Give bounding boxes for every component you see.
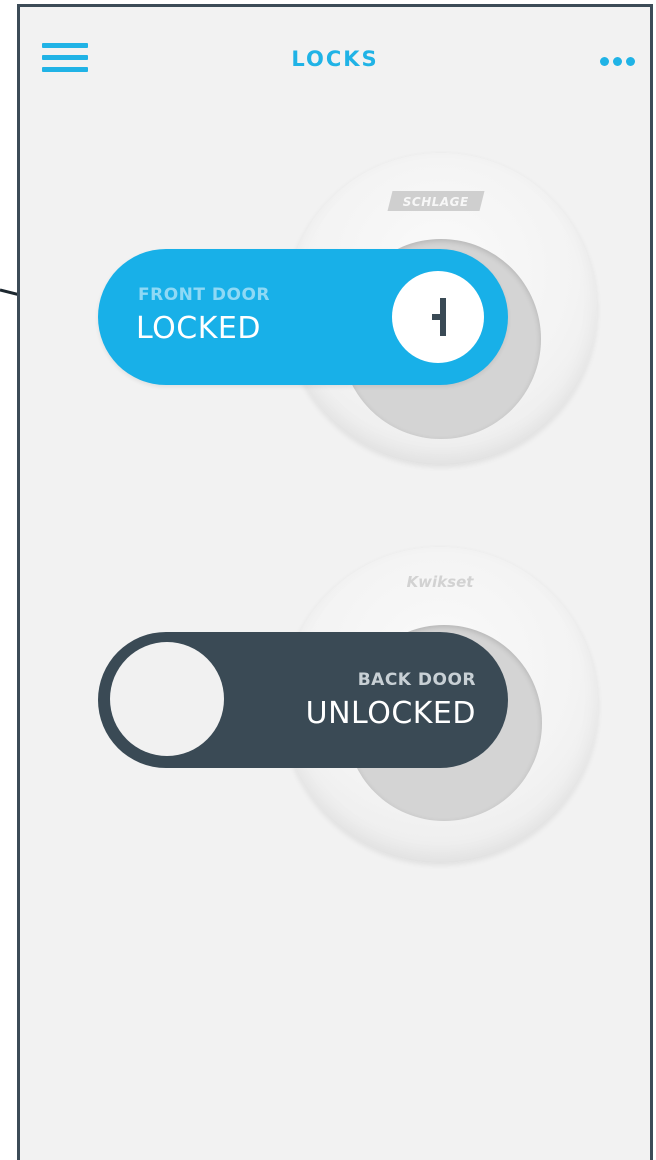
brand-logo-kwikset: Kwikset bbox=[406, 573, 474, 591]
door-name-back: BACK DOOR bbox=[357, 670, 476, 690]
brand-logo-schlage: SCHLAGE bbox=[387, 191, 485, 211]
lock-status-back: UNLOCKED bbox=[305, 696, 476, 731]
app-screen: LOCKS SCHLAGE FRONT DOOR LOCKED Kwikset … bbox=[17, 4, 653, 1160]
toggle-knob-front bbox=[392, 271, 484, 363]
more-dots-icon[interactable] bbox=[594, 53, 642, 69]
door-name-front: FRONT DOOR bbox=[138, 285, 271, 305]
lock-status-front: LOCKED bbox=[136, 311, 261, 346]
front-door-lock-toggle[interactable]: FRONT DOOR LOCKED bbox=[98, 249, 508, 385]
toggle-knob-back bbox=[110, 642, 224, 756]
keyhole-icon bbox=[432, 298, 446, 336]
back-door-lock-toggle[interactable]: BACK DOOR UNLOCKED bbox=[98, 632, 508, 768]
page-title: LOCKS bbox=[291, 47, 379, 71]
